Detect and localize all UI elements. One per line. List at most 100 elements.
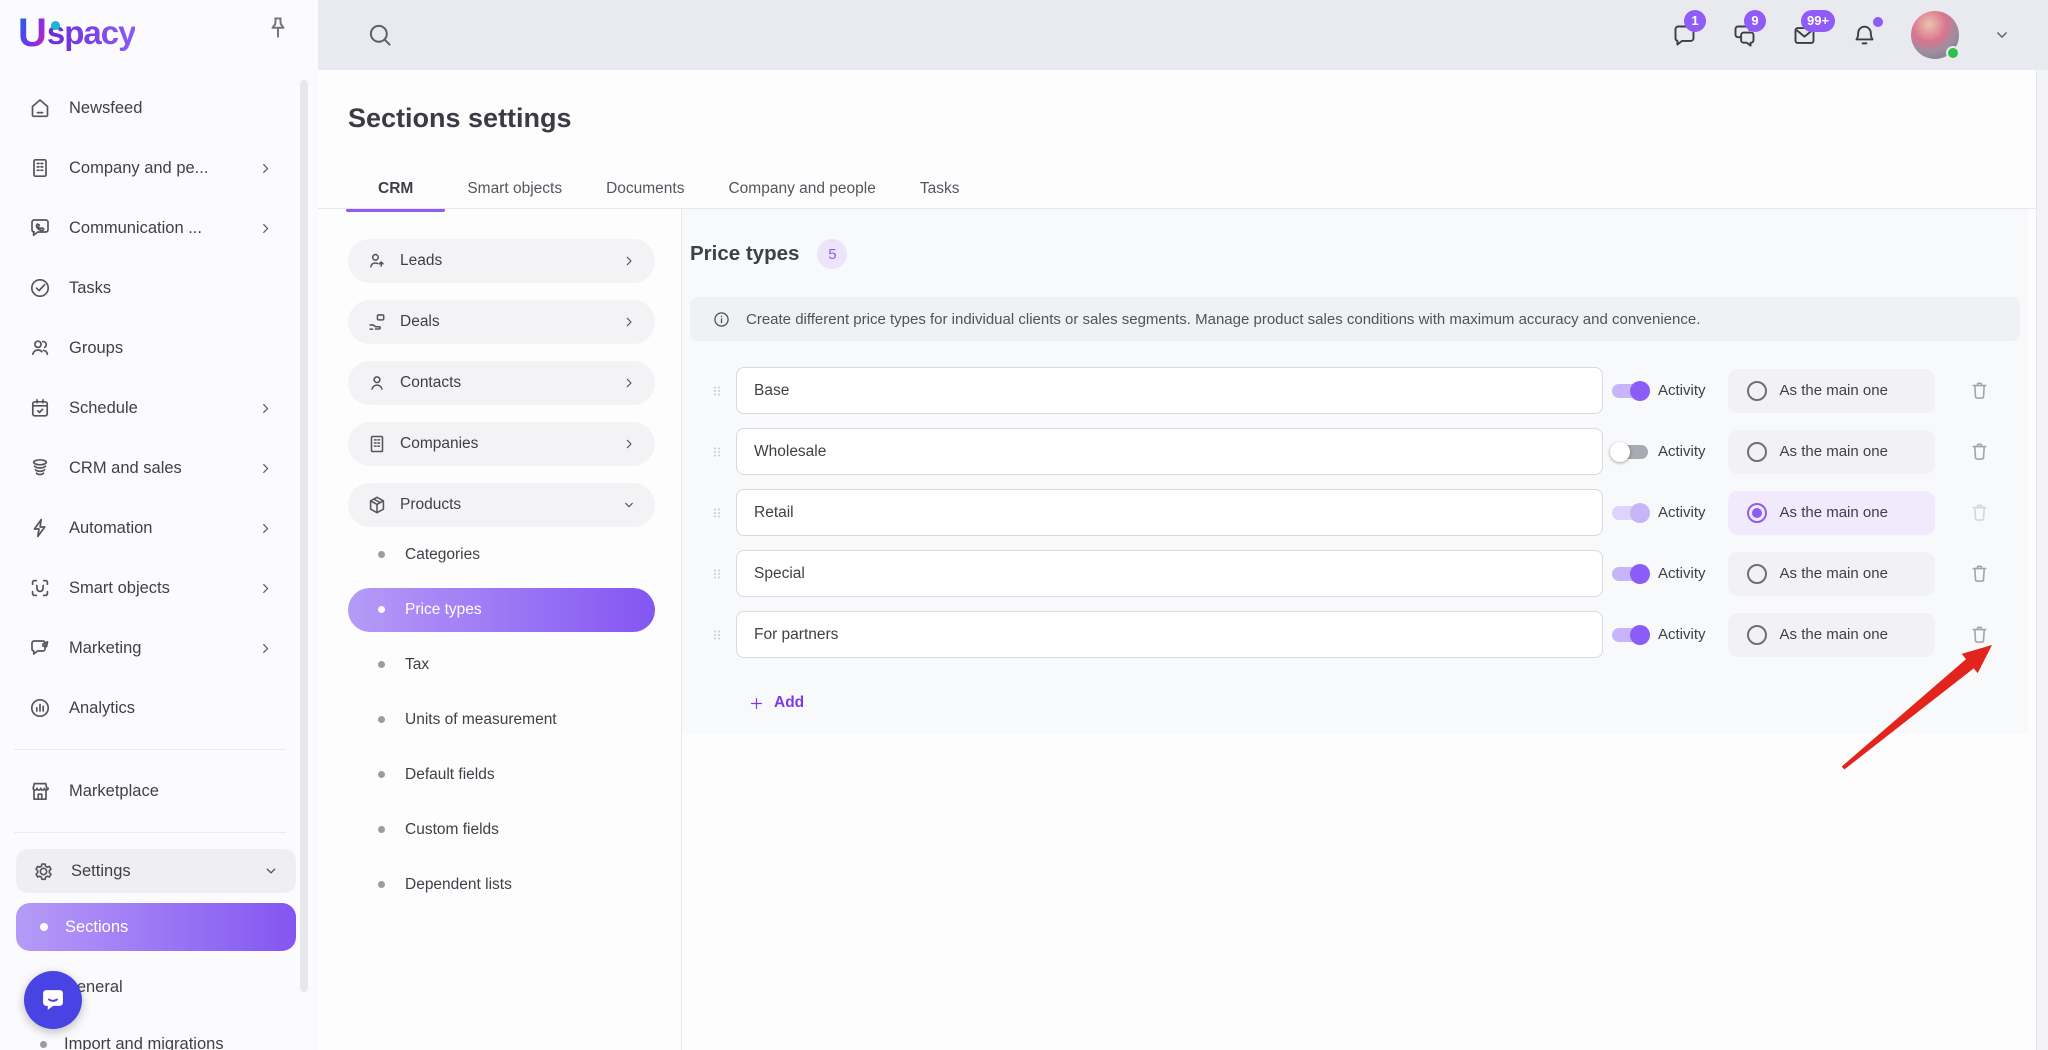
- sidebar-scrollbar-thumb[interactable]: [300, 80, 308, 992]
- tab-tasks[interactable]: Tasks: [898, 170, 982, 208]
- price-type-input-retail[interactable]: [736, 489, 1603, 536]
- chevron-right-icon: [257, 580, 274, 597]
- sidebar-subitem-sections[interactable]: Sections: [16, 903, 296, 951]
- trash-icon[interactable]: [1968, 562, 1991, 585]
- radio-button: [1747, 564, 1767, 584]
- add-price-type-button[interactable]: Add: [748, 694, 804, 712]
- bullet-dot: [378, 716, 385, 723]
- sidebar-item-settings[interactable]: Settings: [16, 849, 296, 893]
- info-banner: Create different price types for individ…: [690, 297, 2020, 341]
- activity-toggle[interactable]: [1612, 445, 1648, 459]
- crm-nav-companies[interactable]: Companies: [348, 422, 655, 466]
- bullet-dot: [378, 771, 385, 778]
- sidebar-item-communication[interactable]: Communication ...: [0, 198, 300, 258]
- chat-badge: 1: [1684, 10, 1706, 32]
- bullet-dot: [378, 881, 385, 888]
- crm-nav-contacts[interactable]: Contacts: [348, 361, 655, 405]
- chevron-right-icon: [257, 460, 274, 477]
- sidebar-item-groups[interactable]: Groups: [0, 318, 300, 378]
- chevron-down-icon: [262, 862, 280, 880]
- pin-sidebar-icon[interactable]: [264, 14, 292, 42]
- activity-label: Activity: [1658, 504, 1706, 521]
- bullet-dot: [378, 551, 385, 558]
- price-type-row: Activity As the main one: [690, 611, 2028, 658]
- tab-crm[interactable]: CRM: [346, 170, 445, 208]
- notifications-bell-button[interactable]: [1851, 22, 1878, 49]
- as-main-one-option[interactable]: As the main one: [1728, 430, 1935, 474]
- trash-icon[interactable]: [1968, 440, 1991, 463]
- sidebar-item-marketplace[interactable]: Marketplace: [0, 761, 300, 821]
- price-type-input-for-partners[interactable]: [736, 611, 1603, 658]
- price-types-panel: Price types 5 Create different price typ…: [682, 209, 2048, 1050]
- chevron-right-icon: [257, 400, 274, 417]
- sidebar-item-analytics[interactable]: Analytics: [0, 678, 300, 738]
- crm-nav-deals[interactable]: Deals: [348, 300, 655, 344]
- as-main-one-option[interactable]: As the main one: [1728, 491, 1935, 535]
- group-chat-icon[interactable]: 9: [1731, 22, 1758, 49]
- crm-subnav-units-of-measurement[interactable]: Units of measurement: [348, 692, 655, 747]
- tab-company-and-people[interactable]: Company and people: [706, 170, 897, 208]
- crm-subnav-dependent-lists[interactable]: Dependent lists: [348, 857, 655, 912]
- groups-icon: [28, 336, 52, 360]
- tab-smart-objects[interactable]: Smart objects: [445, 170, 584, 208]
- price-type-input-wholesale[interactable]: [736, 428, 1603, 475]
- add-label: Add: [774, 694, 804, 712]
- drag-handle-icon[interactable]: [710, 380, 724, 402]
- activity-toggle[interactable]: [1612, 628, 1648, 642]
- search-icon[interactable]: [366, 21, 394, 49]
- activity-toggle[interactable]: [1612, 567, 1648, 581]
- lead-person-arrow-icon: [366, 250, 388, 272]
- logo-u: U: [18, 11, 46, 56]
- sidebar-item-tasks[interactable]: Tasks: [0, 258, 300, 318]
- crm-subnav-custom-fields[interactable]: Custom fields: [348, 802, 655, 857]
- building-icon: [28, 156, 52, 180]
- sidebar-item-company-and-pe[interactable]: Company and pe...: [0, 138, 300, 198]
- chat-icon[interactable]: 1: [1671, 22, 1698, 49]
- activity-label: Activity: [1658, 565, 1706, 582]
- sidebar-item-schedule[interactable]: Schedule: [0, 378, 300, 438]
- sidebar-item-newsfeed[interactable]: Newsfeed: [0, 78, 300, 138]
- price-type-input-special[interactable]: [736, 550, 1603, 597]
- tab-documents[interactable]: Documents: [584, 170, 706, 208]
- radio-button: [1747, 503, 1767, 523]
- crm-subnav-categories[interactable]: Categories: [348, 527, 655, 582]
- activity-toggle[interactable]: [1612, 384, 1648, 398]
- sidebar-item-automation[interactable]: Automation: [0, 498, 300, 558]
- sidebar-item-crm-and-sales[interactable]: CRM and sales: [0, 438, 300, 498]
- page-scrollbar[interactable]: [2036, 70, 2048, 1050]
- drag-handle-icon[interactable]: [710, 624, 724, 646]
- drag-handle-icon[interactable]: [710, 441, 724, 463]
- chevron-right-icon: [621, 314, 637, 330]
- uspacy-logo[interactable]: U spacy: [18, 12, 135, 54]
- chevron-right-icon: [621, 375, 637, 391]
- settings-tabs: CRMSmart objectsDocumentsCompany and peo…: [346, 170, 981, 208]
- chevron-right-icon: [257, 640, 274, 657]
- price-type-input-base[interactable]: [736, 367, 1603, 414]
- as-main-one-option[interactable]: As the main one: [1728, 613, 1935, 657]
- trash-icon[interactable]: [1968, 623, 1991, 646]
- activity-toggle[interactable]: [1612, 506, 1648, 520]
- crm-subnav-price-types[interactable]: Price types: [348, 582, 655, 637]
- chevron-right-icon: [621, 436, 637, 452]
- gear-icon: [32, 860, 55, 883]
- crm-subnav-tax[interactable]: Tax: [348, 637, 655, 692]
- count-badge: 5: [817, 239, 847, 269]
- user-avatar[interactable]: [1911, 11, 1959, 59]
- as-main-one-option[interactable]: As the main one: [1728, 369, 1935, 413]
- drag-handle-icon[interactable]: [710, 563, 724, 585]
- crm-subnav-default-fields[interactable]: Default fields: [348, 747, 655, 802]
- analytics-icon: [28, 696, 52, 720]
- as-main-one-option[interactable]: As the main one: [1728, 552, 1935, 596]
- crm-nav-leads[interactable]: Leads: [348, 239, 655, 283]
- mail-icon-button[interactable]: 99+: [1791, 22, 1818, 49]
- bell-unread-dot: [1873, 17, 1883, 27]
- support-chat-button[interactable]: [24, 971, 82, 1029]
- sidebar: U spacy Newsfeed Company and pe... Commu…: [0, 0, 318, 1050]
- sidebar-item-marketing[interactable]: Marketing: [0, 618, 300, 678]
- as-main-one-label: As the main one: [1780, 565, 1888, 582]
- crm-nav-products[interactable]: Products: [348, 483, 655, 527]
- user-menu-chevron-down-icon[interactable]: [1992, 25, 2012, 45]
- trash-icon[interactable]: [1968, 379, 1991, 402]
- drag-handle-icon[interactable]: [710, 502, 724, 524]
- sidebar-item-smart-objects[interactable]: Smart objects: [0, 558, 300, 618]
